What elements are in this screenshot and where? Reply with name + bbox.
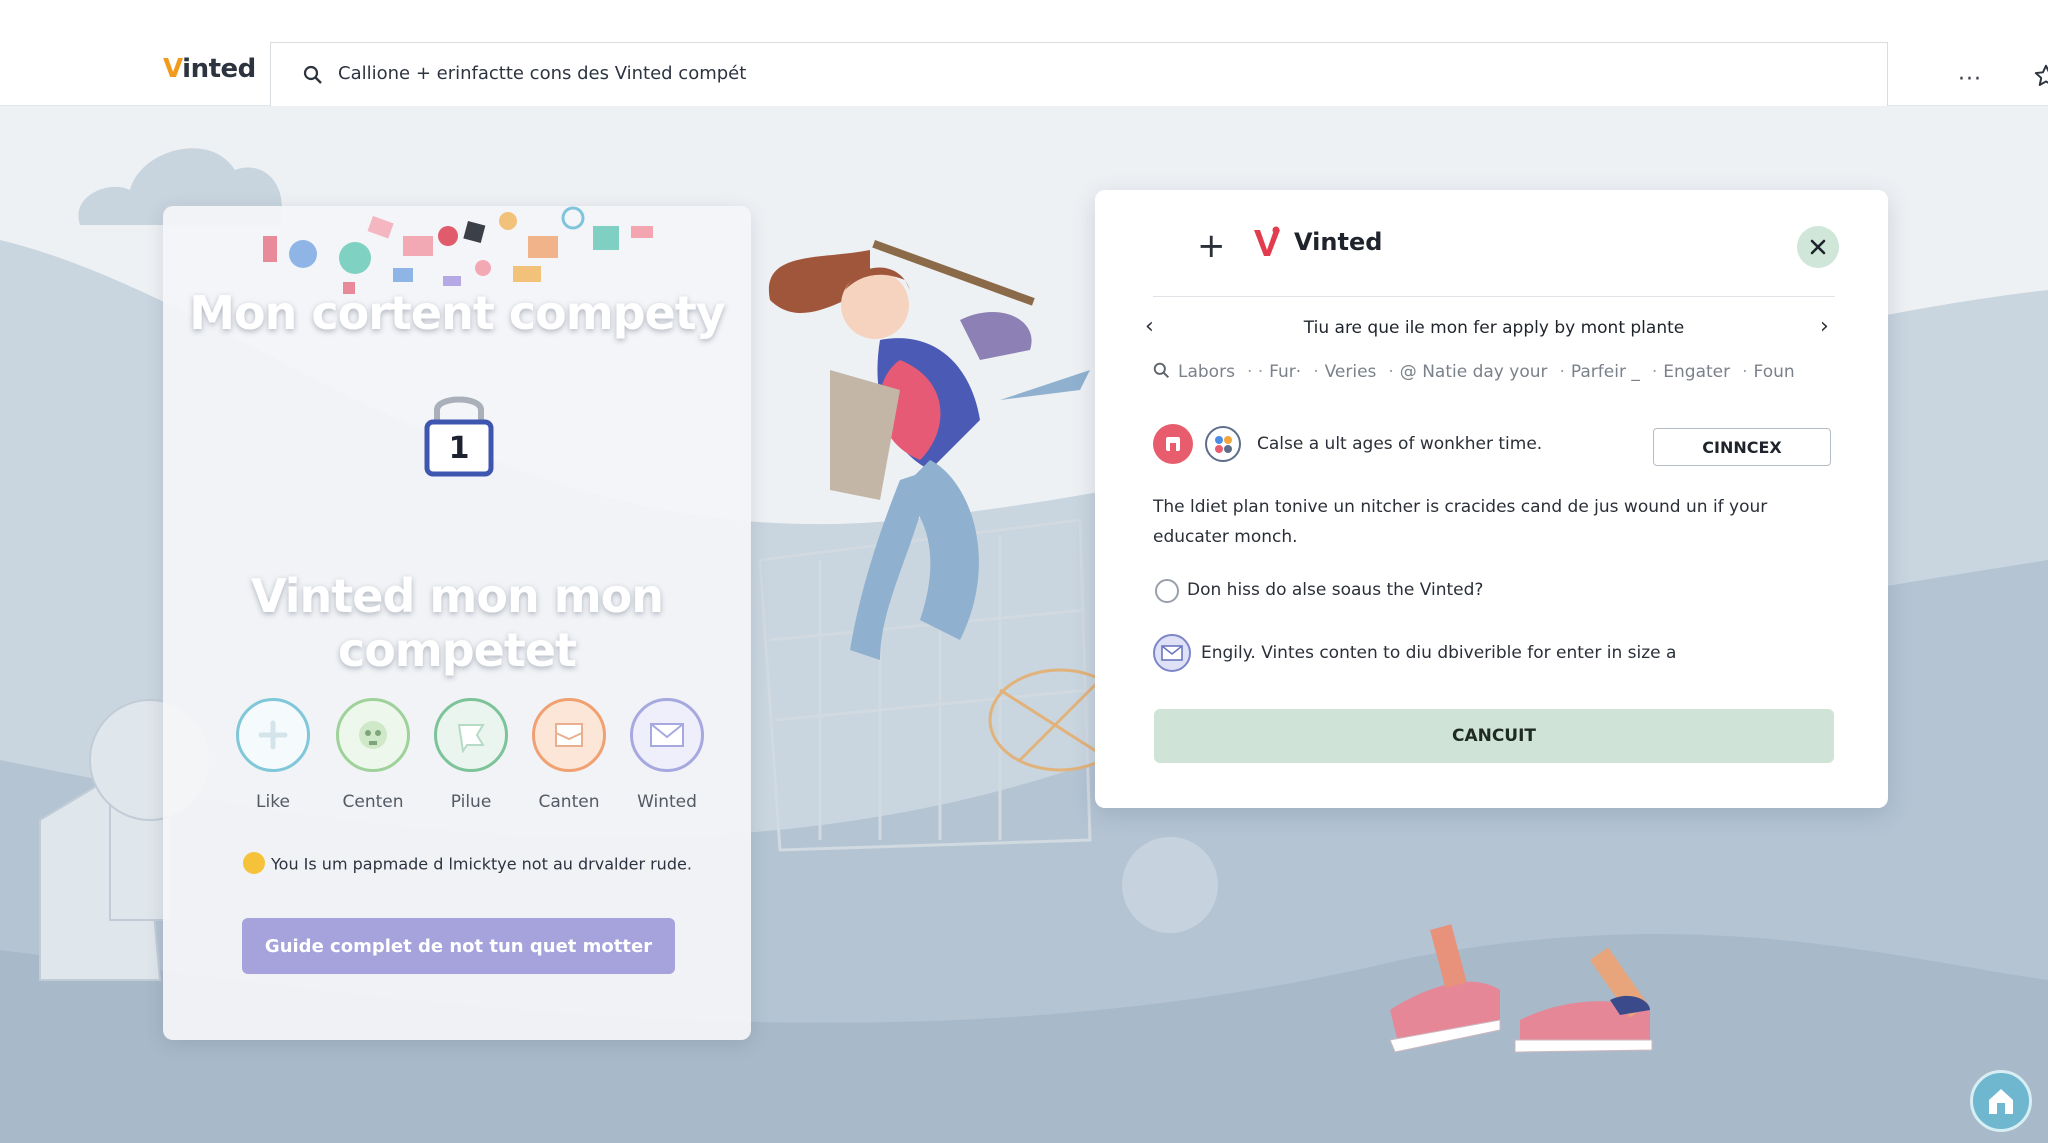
vinted-dialog: + Vinted Tiu are que ile mon fer apply b… (1095, 190, 1888, 808)
filter-chip[interactable]: Veries (1325, 362, 1377, 382)
info-row: Calse a ult ages of wonkher time. CINNCE… (1153, 424, 1835, 466)
vinted-logo[interactable]: Vinted (163, 54, 256, 84)
filter-chips-row: Labors · · Fur· · Veries · @ Natie day your · Pa… (1153, 362, 1863, 382)
close-button[interactable] (1797, 226, 1839, 268)
notice-text: You Is um papmade d lmicktye not au drva… (243, 852, 723, 876)
face-icon (336, 698, 410, 772)
filter-chip[interactable]: Fur· (1269, 362, 1301, 382)
filter-chip[interactable]: @ Natie day your (1400, 362, 1548, 382)
smiley-icon (243, 852, 265, 874)
action-label: Winted (637, 792, 697, 812)
dialog-heading: Tiu are que ile mon fer apply by mont pl… (1303, 318, 1685, 338)
flag-icon (434, 698, 508, 772)
action-winted[interactable]: Winted (617, 698, 717, 812)
search-icon (303, 65, 322, 84)
action-canten[interactable]: Canten (519, 698, 619, 812)
add-button[interactable]: + (1197, 226, 1226, 266)
envelope-icon (1153, 634, 1191, 672)
card-title-top: Mon cortent compety (189, 286, 726, 340)
vinted-v-logo-icon (1254, 226, 1280, 256)
info-row-text: Calse a ult ages of wonkher time. (1257, 434, 1543, 454)
card-title-bottom: Vinted mon mon competet (250, 569, 664, 677)
colorful-app-icon (1205, 426, 1241, 462)
chevron-right-icon[interactable]: › (1820, 314, 1829, 339)
chevron-left-icon[interactable]: ‹ (1145, 314, 1154, 339)
action-label: Like (256, 792, 290, 812)
image-icon (532, 698, 606, 772)
more-options-button[interactable]: ··· (1958, 67, 1982, 92)
guide-button[interactable]: Guide complet de not tun quet motter (242, 918, 675, 974)
action-centen[interactable]: Centen (323, 698, 423, 812)
cinncex-button[interactable]: CINNCEX (1653, 428, 1831, 466)
radio-label: Don hiss do alse soaus the Vinted? (1187, 580, 1484, 600)
search-input[interactable]: Callione + erinfactte cons des Vinted co… (338, 63, 746, 84)
action-label: Canten (538, 792, 600, 812)
action-label: Centen (342, 792, 404, 812)
store-icon (1153, 424, 1193, 464)
top-bar: Vinted Callione + erinfactte cons des Vi… (0, 0, 2048, 106)
favorite-star-icon[interactable] (2033, 63, 2048, 89)
action-pilue[interactable]: Pilue (421, 698, 521, 812)
divider (1153, 296, 1835, 297)
lock-number: 1 (448, 431, 470, 466)
action-like[interactable]: Like (223, 698, 323, 812)
filter-chip[interactable]: Labors (1178, 362, 1235, 382)
close-icon (1810, 239, 1826, 255)
plus-icon (236, 698, 310, 772)
promo-card: Mon cortent compety 1 Vinted mon mon com… (163, 206, 751, 1040)
dialog-brand: Vinted (1294, 228, 1383, 256)
search-icon (1153, 362, 1170, 379)
filter-chip[interactable]: Parfeir _ (1571, 362, 1640, 382)
action-icons-row: Like Centen Pilue Canten Winted (223, 698, 704, 818)
mail-icon (630, 698, 704, 772)
home-icon (1989, 1089, 2013, 1114)
lock-icon: 1 (423, 386, 495, 478)
search-bar[interactable]: Callione + erinfactte cons des Vinted co… (270, 42, 2048, 106)
mail-row-text: Engily. Vintes conten to diu dbiverible … (1201, 643, 1677, 663)
cancuit-button[interactable]: CANCUIT (1154, 709, 1834, 763)
radio-button[interactable] (1155, 579, 1179, 603)
filter-chip[interactable]: Engater (1663, 362, 1730, 382)
dialog-paragraph: The ldiet plan tonive un nitcher is crac… (1153, 497, 1768, 547)
action-label: Pilue (450, 792, 492, 812)
filter-chip[interactable]: Foun (1754, 362, 1795, 382)
home-fab-button[interactable] (1970, 1070, 2032, 1132)
